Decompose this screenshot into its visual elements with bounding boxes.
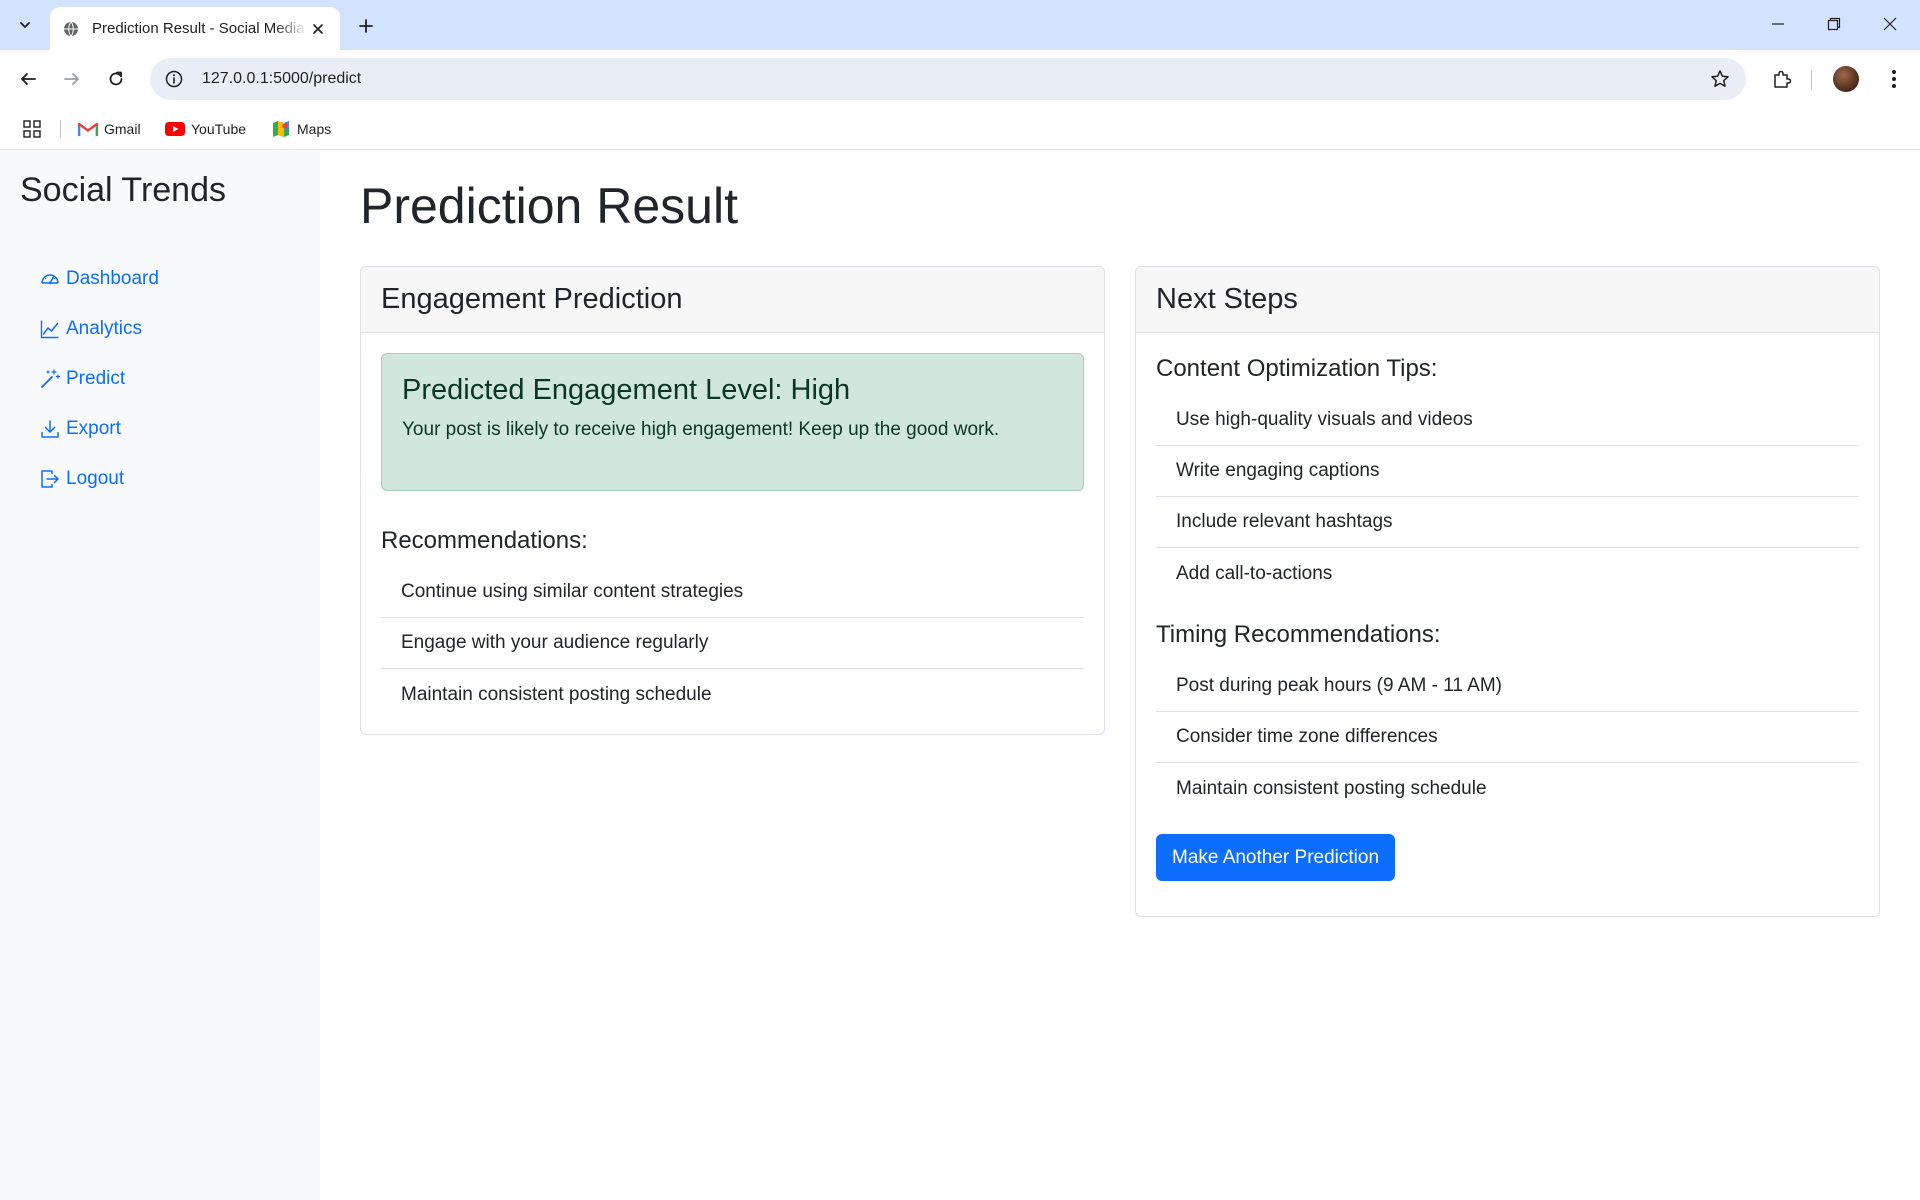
content-tips-title: Content Optimization Tips: <box>1156 355 1438 382</box>
card-header: Next Steps <box>1136 267 1879 333</box>
youtube-icon <box>165 121 185 137</box>
main-content: Prediction Result Engagement Prediction … <box>320 151 1920 1200</box>
bookmark-youtube[interactable]: YouTube <box>165 116 246 142</box>
list-item: Write engaging captions <box>1156 446 1859 497</box>
list-item: Maintain consistent posting schedule <box>1176 777 1487 799</box>
engagement-prediction-card: Engagement Prediction Predicted Engageme… <box>360 266 1105 735</box>
recommendations-list: Continue using similar content strategie… <box>381 567 1084 720</box>
list-item: Post during peak hours (9 AM - 11 AM) <box>1156 661 1859 712</box>
bookmark-gmail[interactable]: Gmail <box>78 116 141 142</box>
extensions-button[interactable] <box>1766 63 1798 95</box>
restore-icon <box>1827 17 1841 31</box>
logout-icon <box>40 469 60 489</box>
brand-title: Social Trends <box>20 171 226 209</box>
bookmark-label: Maps <box>297 121 332 137</box>
list-item: Consider time zone differences <box>1156 712 1859 763</box>
card-body: Predicted Engagement Level: High Your po… <box>361 333 1104 734</box>
close-tab-icon[interactable] <box>308 19 328 39</box>
list-item: Engage with your audience regularly <box>381 618 1084 669</box>
address-bar[interactable]: 127.0.0.1:5000/predict <box>150 58 1746 100</box>
globe-icon <box>62 20 80 38</box>
puzzle-icon <box>1774 70 1792 88</box>
bookmark-label: Gmail <box>104 121 141 137</box>
bookmark-star-icon[interactable] <box>1708 67 1732 91</box>
bookmark-label: YouTube <box>191 121 247 137</box>
download-icon <box>40 419 60 439</box>
back-button[interactable] <box>12 63 44 95</box>
arrow-right-icon <box>64 73 79 85</box>
next-steps-card: Next Steps Content Optimization Tips: Us… <box>1135 266 1880 917</box>
alert-text: Your post is likely to receive high enga… <box>402 419 1000 440</box>
sidebar: Social Trends Dashboard Analytics Predic… <box>0 151 320 1200</box>
gmail-icon <box>78 121 98 137</box>
magic-wand-icon <box>40 369 60 389</box>
sidebar-item-label: Analytics <box>66 318 143 339</box>
reload-button[interactable] <box>100 63 132 95</box>
speedometer-icon <box>40 269 60 289</box>
list-item: Continue using similar content strategie… <box>381 567 1084 618</box>
browser-menu-button[interactable] <box>1878 63 1910 95</box>
sidebar-item-label: Logout <box>66 468 125 489</box>
arrow-left-icon <box>21 73 36 85</box>
kebab-menu-icon <box>1892 70 1896 88</box>
maps-icon <box>271 121 291 137</box>
list-item: Include relevant hashtags <box>1156 497 1859 548</box>
sidebar-item-analytics[interactable]: Analytics <box>40 304 159 354</box>
make-another-prediction-button[interactable]: Make Another Prediction <box>1156 834 1396 881</box>
sidebar-item-label: Dashboard <box>66 268 159 289</box>
restore-button[interactable] <box>1806 0 1862 48</box>
card-header: Engagement Prediction <box>361 267 1104 333</box>
browser-tab-active[interactable]: Prediction Result - Social Media Trends <box>50 7 340 50</box>
profile-avatar[interactable] <box>1833 66 1859 92</box>
timing-tips-title: Timing Recommendations: <box>1156 621 1441 648</box>
reload-icon <box>109 71 123 86</box>
recommendations-title: Recommendations: <box>381 527 588 554</box>
tab-search-button[interactable] <box>10 11 40 39</box>
bookmarks-separator <box>60 120 61 138</box>
new-tab-button[interactable] <box>352 12 380 40</box>
bookmarks-bar: Gmail YouTube Maps <box>0 108 1920 150</box>
timing-tips-list: Post during peak hours (9 AM - 11 AM) Co… <box>1156 661 1859 814</box>
alert-heading: Predicted Engagement Level: High <box>402 374 851 406</box>
url-text: 127.0.0.1:5000/predict <box>202 70 362 87</box>
browser-toolbar: 127.0.0.1:5000/predict <box>0 50 1920 108</box>
sidebar-nav: Dashboard Analytics Predict Export Logou… <box>40 254 159 504</box>
close-icon <box>1883 17 1897 31</box>
list-item: Add call-to-actions <box>1176 562 1333 584</box>
card-body: Content Optimization Tips: Use high-qual… <box>1136 333 1879 901</box>
tab-title: Prediction Result - Social Media Trends <box>92 20 307 37</box>
forward-button[interactable] <box>56 63 88 95</box>
page-title: Prediction Result <box>360 178 738 234</box>
close-window-button[interactable] <box>1862 0 1918 48</box>
list-item: Use high-quality visuals and videos <box>1156 395 1859 446</box>
chevron-down-icon <box>20 22 30 28</box>
sidebar-item-export[interactable]: Export <box>40 404 159 454</box>
graph-up-icon <box>40 319 60 339</box>
sidebar-item-label: Export <box>66 418 121 439</box>
sidebar-item-dashboard[interactable]: Dashboard <box>40 254 159 304</box>
plus-icon <box>359 19 373 33</box>
sidebar-item-logout[interactable]: Logout <box>40 454 159 504</box>
sidebar-item-predict[interactable]: Predict <box>40 354 159 404</box>
apps-grid-icon[interactable] <box>20 118 44 140</box>
bookmark-maps[interactable]: Maps <box>271 116 331 142</box>
minimize-button[interactable] <box>1750 0 1806 48</box>
content-tips-list: Use high-quality visuals and videos Writ… <box>1156 395 1859 599</box>
site-info-icon[interactable] <box>154 58 194 100</box>
browser-titlebar: Prediction Result - Social Media Trends <box>0 0 1920 50</box>
toolbar-divider <box>1811 70 1812 90</box>
sidebar-item-label: Predict <box>66 368 126 389</box>
list-item: Maintain consistent posting schedule <box>401 683 712 705</box>
minimize-icon <box>1772 23 1784 25</box>
prediction-alert: Predicted Engagement Level: High Your po… <box>381 353 1084 491</box>
